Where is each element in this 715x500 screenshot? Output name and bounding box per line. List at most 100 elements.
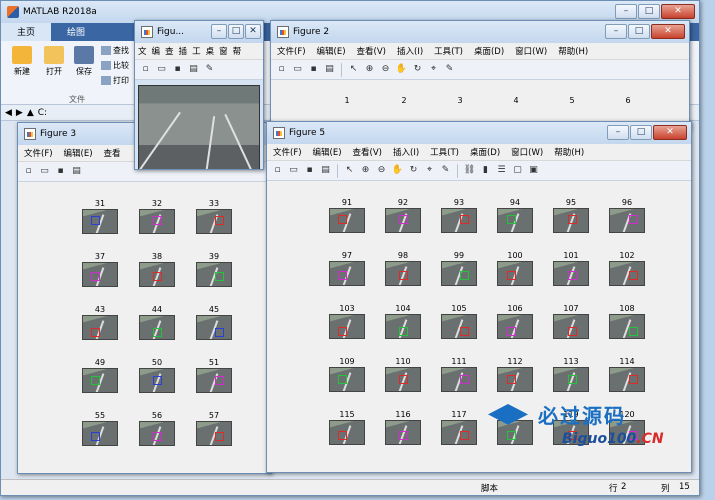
- new-figure-icon[interactable]: ▫: [22, 165, 35, 178]
- menu-file[interactable]: 文件(F): [277, 45, 306, 57]
- pan-icon[interactable]: ✋: [391, 164, 404, 177]
- pointer-icon[interactable]: ↖: [347, 63, 360, 76]
- forward-arrow-icon[interactable]: ▶: [16, 108, 23, 118]
- data-cursor-icon[interactable]: ⌖: [423, 164, 436, 177]
- new-figure-icon[interactable]: ▫: [139, 63, 152, 76]
- minimize-button[interactable]: –: [615, 4, 637, 19]
- minimize-button[interactable]: –: [211, 24, 227, 39]
- print-icon[interactable]: ▤: [319, 164, 332, 177]
- legend-icon[interactable]: ☰: [495, 164, 508, 177]
- link-icon[interactable]: ⛓: [463, 164, 476, 177]
- colorbar-icon[interactable]: ▮: [479, 164, 492, 177]
- open-button[interactable]: 打开: [39, 43, 69, 77]
- maximize-button[interactable]: □: [228, 24, 244, 39]
- menu-file[interactable]: 文: [138, 45, 147, 57]
- detection-box: [568, 375, 577, 384]
- figure-small-titlebar[interactable]: Figu... – □ ✕: [135, 21, 263, 43]
- save-icon[interactable]: ▪: [307, 63, 320, 76]
- menu-window[interactable]: 窗口(W): [511, 146, 543, 158]
- new-figure-icon[interactable]: ▫: [275, 63, 288, 76]
- menu-tools[interactable]: 工具(T): [430, 146, 459, 158]
- menu-help[interactable]: 帮助(H): [558, 45, 588, 57]
- menu-file[interactable]: 文件(F): [24, 147, 53, 159]
- minimize-button[interactable]: –: [605, 24, 627, 39]
- rotate-icon[interactable]: ↻: [407, 164, 420, 177]
- print-icon[interactable]: ▤: [70, 165, 83, 178]
- print-icon[interactable]: ▤: [323, 63, 336, 76]
- folder-up-icon[interactable]: ▲: [27, 108, 34, 118]
- subplot: 3: [442, 95, 478, 106]
- menu-edit[interactable]: 编辑(E): [317, 45, 346, 57]
- menu-tools[interactable]: 工: [192, 45, 201, 57]
- data-cursor-icon[interactable]: ⌖: [427, 63, 440, 76]
- show-plot-tools-icon[interactable]: ▣: [527, 164, 540, 177]
- save-icon[interactable]: ▪: [171, 63, 184, 76]
- tab-home[interactable]: 主页: [1, 23, 52, 41]
- rotate-icon[interactable]: ↻: [411, 63, 424, 76]
- menu-insert[interactable]: 插入(I): [393, 146, 419, 158]
- print-button[interactable]: 打印: [101, 75, 129, 86]
- compare-button[interactable]: 比较: [101, 60, 129, 71]
- figure-2-titlebar[interactable]: Figure 2 – □ ✕: [271, 21, 689, 43]
- frame-thumbnail: [196, 315, 232, 340]
- brush-icon[interactable]: ✎: [439, 164, 452, 177]
- print-icon[interactable]: ▤: [187, 63, 200, 76]
- menu-edit[interactable]: 编辑(E): [64, 147, 93, 159]
- zoom-out-icon[interactable]: ⊖: [379, 63, 392, 76]
- menu-view[interactable]: 查看(V): [357, 45, 386, 57]
- find-files-button[interactable]: 查找: [101, 45, 129, 56]
- pan-icon[interactable]: ✋: [395, 63, 408, 76]
- close-button[interactable]: ✕: [651, 24, 685, 39]
- close-button[interactable]: ✕: [245, 24, 261, 39]
- hide-plot-tools-icon[interactable]: ▢: [511, 164, 524, 177]
- zoom-in-icon[interactable]: ⊕: [359, 164, 372, 177]
- menu-window[interactable]: 窗: [219, 45, 228, 57]
- open-file-icon[interactable]: ▭: [287, 164, 300, 177]
- menu-edit[interactable]: 编: [152, 45, 161, 57]
- back-arrow-icon[interactable]: ◀: [5, 108, 12, 118]
- matlab-title: MATLAB R2018a: [23, 7, 97, 17]
- save-icon[interactable]: ▪: [54, 165, 67, 178]
- minimize-button[interactable]: –: [607, 125, 629, 140]
- subplot: 103: [329, 303, 365, 339]
- close-button[interactable]: ✕: [661, 4, 695, 19]
- tab-plots[interactable]: 绘图: [51, 23, 101, 41]
- menu-window[interactable]: 窗口(W): [515, 45, 547, 57]
- menu-view[interactable]: 查看(V): [353, 146, 382, 158]
- figure-5-titlebar[interactable]: Figure 5 – □ ✕: [267, 122, 691, 144]
- open-file-icon[interactable]: ▭: [155, 63, 168, 76]
- menu-insert[interactable]: 插入(I): [397, 45, 423, 57]
- close-button[interactable]: ✕: [653, 125, 687, 140]
- new-button[interactable]: 新建: [7, 43, 37, 77]
- subplot-number: 110: [395, 357, 411, 366]
- maximize-button[interactable]: □: [630, 125, 652, 140]
- open-file-icon[interactable]: ▭: [38, 165, 51, 178]
- subplot: 31: [82, 198, 118, 234]
- menu-view[interactable]: 查看: [104, 147, 121, 159]
- menu-view[interactable]: 查: [165, 45, 174, 57]
- new-figure-icon[interactable]: ▫: [271, 164, 284, 177]
- menu-desktop[interactable]: 桌: [206, 45, 215, 57]
- menu-help[interactable]: 帮助(H): [554, 146, 584, 158]
- frame-thumbnail: [196, 262, 232, 287]
- menu-file[interactable]: 文件(F): [273, 146, 302, 158]
- menu-help[interactable]: 帮: [233, 45, 242, 57]
- pointer-icon[interactable]: ↖: [343, 164, 356, 177]
- menu-tools[interactable]: 工具(T): [434, 45, 463, 57]
- open-file-icon[interactable]: ▭: [291, 63, 304, 76]
- current-path[interactable]: C:: [38, 108, 47, 118]
- maximize-button[interactable]: □: [628, 24, 650, 39]
- save-icon[interactable]: ▪: [303, 164, 316, 177]
- zoom-in-icon[interactable]: ⊕: [363, 63, 376, 76]
- menu-desktop[interactable]: 桌面(D): [474, 45, 504, 57]
- menu-insert[interactable]: 插: [179, 45, 188, 57]
- brush-icon[interactable]: ✎: [443, 63, 456, 76]
- save-button[interactable]: 保存: [69, 43, 99, 77]
- figure-icon: [273, 127, 285, 139]
- zoom-out-icon[interactable]: ⊖: [375, 164, 388, 177]
- menu-edit[interactable]: 编辑(E): [313, 146, 342, 158]
- detection-box: [338, 271, 347, 280]
- brush-icon[interactable]: ✎: [203, 63, 216, 76]
- maximize-button[interactable]: □: [638, 4, 660, 19]
- menu-desktop[interactable]: 桌面(D): [470, 146, 500, 158]
